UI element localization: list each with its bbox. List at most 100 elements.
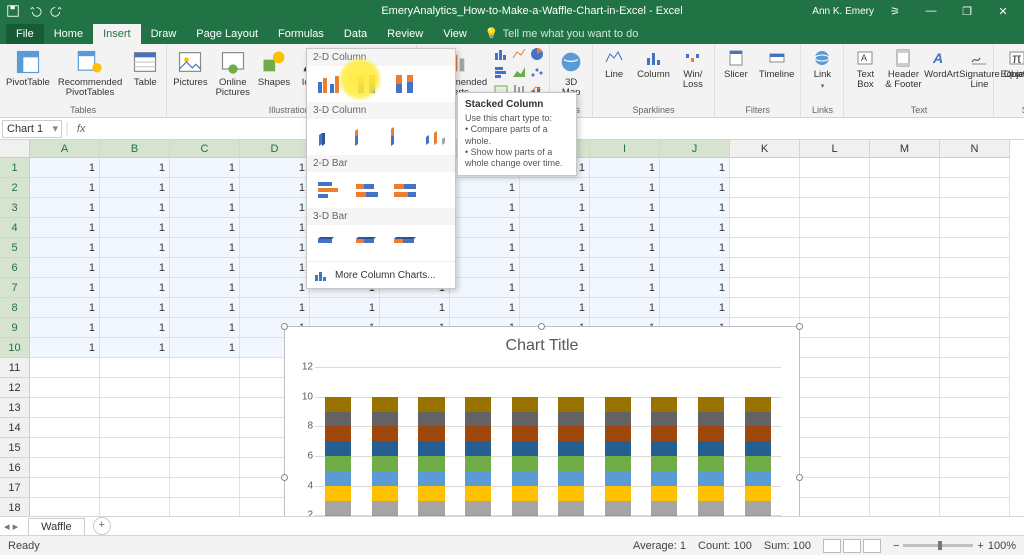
cell[interactable]: 1 xyxy=(30,278,100,298)
cell[interactable] xyxy=(730,258,800,278)
cell[interactable] xyxy=(940,278,1010,298)
area-chart-button[interactable] xyxy=(511,64,527,80)
3d-col-item[interactable] xyxy=(421,123,451,151)
cell[interactable] xyxy=(730,298,800,318)
cell[interactable]: 1 xyxy=(450,278,520,298)
equation-button[interactable]: πEquation xyxy=(998,46,1024,82)
cell[interactable]: 1 xyxy=(450,178,520,198)
redo-icon[interactable] xyxy=(50,4,64,18)
3d-stacked-col-item[interactable] xyxy=(349,123,379,151)
cell[interactable]: 1 xyxy=(590,218,660,238)
cell[interactable] xyxy=(940,258,1010,278)
spark-col-button[interactable]: Column xyxy=(635,46,672,82)
cell[interactable] xyxy=(730,278,800,298)
tell-me[interactable]: 💡Tell me what you want to do xyxy=(477,23,646,44)
save-icon[interactable] xyxy=(6,4,20,18)
cell[interactable]: 1 xyxy=(450,218,520,238)
undo-icon[interactable] xyxy=(28,4,42,18)
cell[interactable]: 1 xyxy=(170,238,240,258)
cell[interactable] xyxy=(940,438,1010,458)
sheet-tab-waffle[interactable]: Waffle xyxy=(28,518,85,537)
cell[interactable]: 1 xyxy=(170,318,240,338)
row-header[interactable]: 18 xyxy=(0,498,30,518)
cell[interactable]: 1 xyxy=(590,278,660,298)
bar-chart-button[interactable] xyxy=(493,64,509,80)
cell[interactable]: 1 xyxy=(520,258,590,278)
cell[interactable] xyxy=(100,398,170,418)
cell[interactable] xyxy=(800,258,870,278)
cell[interactable]: 1 xyxy=(520,178,590,198)
pivottable-button[interactable]: PivotTable xyxy=(4,46,52,90)
cell[interactable]: 1 xyxy=(100,218,170,238)
cell[interactable] xyxy=(870,438,940,458)
col-header[interactable]: N xyxy=(940,140,1010,158)
row-header[interactable]: 11 xyxy=(0,358,30,378)
cell[interactable] xyxy=(940,218,1010,238)
cell[interactable]: 1 xyxy=(30,338,100,358)
stacked-bar-item[interactable] xyxy=(351,176,383,204)
row-header[interactable]: 12 xyxy=(0,378,30,398)
cell[interactable]: 1 xyxy=(520,278,590,298)
cell[interactable] xyxy=(800,158,870,178)
col-header[interactable]: K xyxy=(730,140,800,158)
cell[interactable] xyxy=(30,438,100,458)
cell[interactable] xyxy=(870,178,940,198)
shapes-button[interactable]: Shapes xyxy=(256,46,292,90)
name-box[interactable]: Chart 1▾ xyxy=(2,120,62,138)
timeline-button[interactable]: Timeline xyxy=(757,46,797,82)
cell[interactable] xyxy=(730,218,800,238)
cell[interactable] xyxy=(940,418,1010,438)
cell[interactable] xyxy=(100,438,170,458)
cell[interactable]: 1 xyxy=(30,178,100,198)
cell[interactable]: 1 xyxy=(100,158,170,178)
chart-title[interactable]: Chart Title xyxy=(285,327,799,359)
cell[interactable] xyxy=(940,498,1010,518)
tab-review[interactable]: Review xyxy=(377,24,433,44)
row-header[interactable]: 4 xyxy=(0,218,30,238)
spark-line-button[interactable]: Line xyxy=(597,46,631,82)
cell[interactable] xyxy=(170,498,240,518)
cell[interactable]: 1 xyxy=(170,298,240,318)
cell[interactable] xyxy=(100,498,170,518)
cell[interactable]: 1 xyxy=(660,178,730,198)
clustered-bar-item[interactable] xyxy=(313,176,345,204)
cell[interactable]: 1 xyxy=(170,198,240,218)
row-header[interactable]: 17 xyxy=(0,478,30,498)
cell[interactable]: 1 xyxy=(590,298,660,318)
cell[interactable] xyxy=(870,478,940,498)
cell[interactable]: 1 xyxy=(520,238,590,258)
cell[interactable]: 1 xyxy=(170,338,240,358)
clustered-column-item[interactable] xyxy=(313,70,345,98)
tab-page-layout[interactable]: Page Layout xyxy=(186,24,268,44)
cell[interactable] xyxy=(870,338,940,358)
cell[interactable]: 1 xyxy=(170,178,240,198)
cell[interactable] xyxy=(30,418,100,438)
cell[interactable] xyxy=(800,318,870,338)
cell[interactable] xyxy=(800,338,870,358)
3d-clustered-col-item[interactable] xyxy=(313,123,343,151)
cell[interactable]: 1 xyxy=(240,158,310,178)
100-stacked-bar-item[interactable] xyxy=(389,176,421,204)
cell[interactable] xyxy=(730,198,800,218)
column-chart-button[interactable] xyxy=(493,46,509,62)
cell[interactable]: 1 xyxy=(520,218,590,238)
cell[interactable]: 1 xyxy=(660,278,730,298)
maximize-button[interactable]: ❐ xyxy=(952,0,982,22)
cell[interactable] xyxy=(730,238,800,258)
cell[interactable] xyxy=(730,178,800,198)
cell[interactable] xyxy=(170,398,240,418)
row-header[interactable]: 13 xyxy=(0,398,30,418)
3d-100-col-item[interactable] xyxy=(385,123,415,151)
cell[interactable]: 1 xyxy=(660,238,730,258)
cell[interactable]: 1 xyxy=(30,198,100,218)
cell[interactable] xyxy=(800,438,870,458)
tab-draw[interactable]: Draw xyxy=(141,24,187,44)
view-buttons[interactable] xyxy=(823,539,881,553)
cell[interactable] xyxy=(940,158,1010,178)
row-headers[interactable]: 12345678910111213141516171819 xyxy=(0,158,30,536)
user-name[interactable]: Ann K. Emery xyxy=(812,6,874,17)
minimize-button[interactable]: — xyxy=(916,0,946,22)
online-pictures-button[interactable]: Online Pictures xyxy=(214,46,252,100)
worksheet-grid[interactable]: ABCDEFGHIJKLMN 1234567891011121314151617… xyxy=(0,140,1024,536)
cell[interactable] xyxy=(170,478,240,498)
